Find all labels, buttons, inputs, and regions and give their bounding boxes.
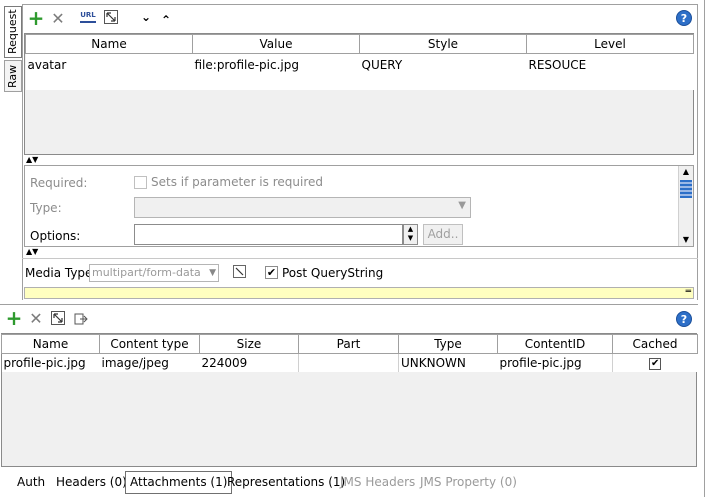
options-scrollbar[interactable]: ▲ ▼ bbox=[403, 224, 418, 245]
media-type-select[interactable]: multipart/form-data ▼ bbox=[89, 264, 219, 282]
media-expand-icon[interactable] bbox=[233, 265, 246, 278]
col-part[interactable]: Part bbox=[298, 334, 399, 354]
attachments-table: Name Content type Size Part Type Content… bbox=[1, 334, 698, 372]
col-name[interactable]: Name bbox=[1, 334, 100, 354]
add-param-icon[interactable]: + bbox=[28, 6, 45, 30]
attachment-part[interactable] bbox=[298, 353, 399, 372]
remove-attachment-icon[interactable]: ✕ bbox=[28, 309, 44, 328]
type-select[interactable]: ▼ bbox=[134, 197, 471, 218]
chevron-down-icon: ▼ bbox=[458, 200, 466, 211]
required-checkbox[interactable] bbox=[134, 176, 147, 189]
col-size[interactable]: Size bbox=[199, 334, 299, 354]
media-type-value: multipart/form-data bbox=[92, 266, 201, 279]
scroll-thumb[interactable] bbox=[680, 180, 692, 198]
move-down-icon[interactable]: ⌄ bbox=[138, 9, 154, 25]
table-row[interactable]: profile-pic.jpg image/jpeg 224009 UNKNOW… bbox=[1, 353, 698, 372]
add-option-button[interactable]: Add.. bbox=[423, 224, 463, 245]
splitter-icon[interactable]: ▲▼ bbox=[26, 156, 38, 164]
export-icon[interactable] bbox=[73, 311, 89, 327]
attachment-cached[interactable]: ✔ bbox=[612, 353, 698, 372]
tab-jms-property[interactable]: JMS Property (0) bbox=[416, 471, 521, 494]
media-type-label: Media Type bbox=[25, 266, 93, 280]
col-name[interactable]: Name bbox=[25, 34, 193, 54]
export-glyph bbox=[74, 313, 88, 325]
scroll-up-icon[interactable]: ▲ bbox=[679, 166, 693, 178]
expand-glyph bbox=[53, 313, 63, 323]
add-attachment-icon[interactable]: + bbox=[6, 306, 23, 330]
cached-checkbox[interactable]: ✔ bbox=[649, 358, 662, 371]
help-icon[interactable]: ? bbox=[676, 10, 692, 26]
expand-icon[interactable] bbox=[51, 311, 65, 325]
attachment-content-id[interactable]: profile-pic.jpg bbox=[498, 354, 613, 372]
tab-attachments[interactable]: Attachments (1) bbox=[125, 471, 233, 494]
scroll-down-icon[interactable]: ▼ bbox=[679, 234, 693, 246]
tab-request[interactable]: Request bbox=[4, 6, 22, 58]
options-input[interactable] bbox=[134, 224, 403, 245]
table-row[interactable]: avatar file:profile-pic.jpg QUERY RESOUC… bbox=[25, 53, 694, 76]
options-label: Options: bbox=[30, 229, 81, 243]
attachments-divider bbox=[0, 304, 698, 305]
col-level[interactable]: Level bbox=[526, 34, 694, 54]
param-name[interactable]: avatar bbox=[26, 54, 193, 76]
col-content-id[interactable]: ContentID bbox=[497, 334, 613, 354]
media-divider bbox=[22, 258, 698, 259]
details-scrollbar[interactable]: ▲ ▼ bbox=[678, 166, 693, 246]
params-table: Name Value Style Level avatar file:profi… bbox=[25, 34, 694, 90]
param-value[interactable]: file:profile-pic.jpg bbox=[193, 54, 360, 76]
attachment-name[interactable]: profile-pic.jpg bbox=[2, 354, 100, 372]
scroll-down-icon[interactable]: ▼ bbox=[404, 234, 417, 243]
type-label: Type: bbox=[30, 201, 62, 215]
splitter-icon[interactable]: ▲▼ bbox=[26, 248, 38, 256]
attachment-size[interactable]: 224009 bbox=[200, 354, 299, 372]
col-cached[interactable]: Cached bbox=[612, 334, 698, 354]
check-icon: ✔ bbox=[266, 266, 277, 279]
col-type[interactable]: Type bbox=[398, 334, 498, 354]
param-level[interactable]: RESOUCE bbox=[527, 54, 694, 76]
status-bar: ═ bbox=[24, 287, 694, 299]
tab-representations[interactable]: Representations (1) bbox=[223, 471, 349, 494]
right-edge bbox=[704, 0, 705, 497]
expand-icon[interactable] bbox=[104, 10, 118, 24]
scroll-up-icon[interactable]: ▲ bbox=[404, 225, 417, 234]
tab-request-label: Request bbox=[6, 9, 19, 55]
param-style[interactable]: QUERY bbox=[360, 54, 527, 76]
post-querystring-checkbox[interactable]: ✔ bbox=[265, 266, 278, 279]
col-style[interactable]: Style bbox=[359, 34, 527, 54]
attachment-content-type[interactable]: image/jpeg bbox=[100, 354, 200, 372]
tab-jms-headers[interactable]: JMS Headers bbox=[336, 471, 419, 494]
tab-raw-label: Raw bbox=[6, 64, 19, 88]
required-label: Required: bbox=[30, 176, 88, 190]
url-encode-icon[interactable]: URL bbox=[80, 9, 96, 23]
chevron-down-icon: ▼ bbox=[209, 268, 216, 278]
remove-param-icon[interactable]: ✕ bbox=[50, 9, 66, 28]
col-value[interactable]: Value bbox=[192, 34, 360, 54]
expand-glyph bbox=[106, 12, 116, 22]
tab-auth[interactable]: Auth bbox=[13, 471, 49, 494]
table-row-blank bbox=[25, 75, 694, 90]
tab-headers[interactable]: Headers (0) bbox=[52, 471, 131, 494]
move-up-icon[interactable]: ⌃ bbox=[158, 12, 174, 28]
attachment-type[interactable]: UNKNOWN bbox=[399, 354, 498, 372]
post-querystring-label: Post QueryString bbox=[282, 266, 384, 280]
expand-glyph bbox=[235, 267, 244, 276]
required-hint: Sets if parameter is required bbox=[151, 175, 323, 189]
resize-icon[interactable]: ═ bbox=[686, 287, 691, 297]
tab-raw[interactable]: Raw bbox=[4, 60, 22, 92]
help-icon[interactable]: ? bbox=[676, 311, 692, 327]
col-content-type[interactable]: Content type bbox=[99, 334, 200, 354]
